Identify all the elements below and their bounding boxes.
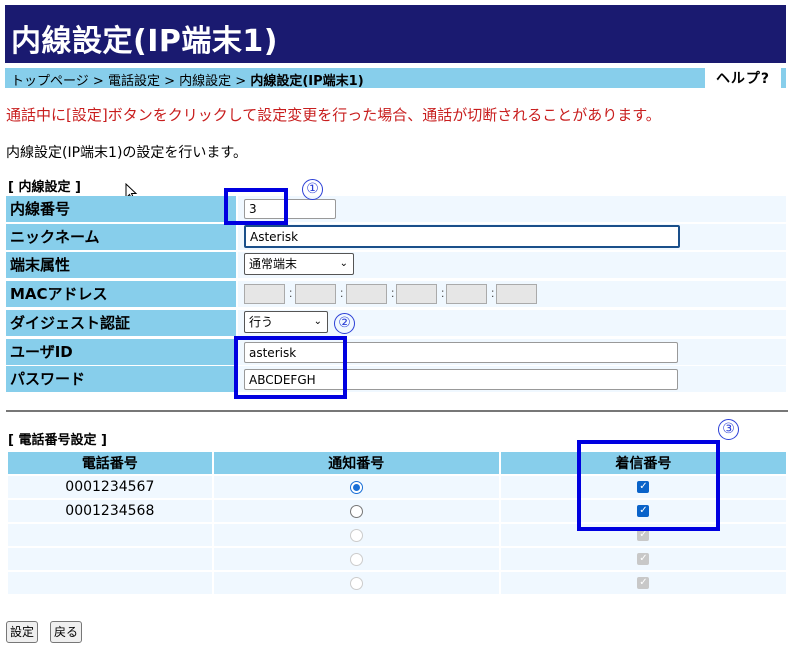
breadcrumb: トップページ > 電話設定 > 内線設定 > 内線設定(IP端末1) ヘルプ? [5,68,786,89]
breadcrumb-top[interactable]: トップページ [11,74,89,89]
annotation-number-2: ② [334,313,355,334]
digest-auth-select[interactable]: 行う ⌄ [244,311,328,333]
terminal-type-label: 端末属性 [6,252,236,278]
mac-separator: : [340,286,344,300]
notify-number-radio-disabled [349,552,363,566]
mac-field-3[interactable] [346,284,387,304]
mac-field-2[interactable] [295,284,336,304]
breadcrumb-extension-settings[interactable]: 内線設定 [179,74,231,89]
incoming-number-checkbox-disabled: ✓ [637,577,650,589]
phone-number-cell [8,572,212,594]
submit-button[interactable]: 設定 [6,621,39,643]
annotation-box-1 [224,188,288,225]
breadcrumb-phone-settings[interactable]: 電話設定 [108,74,160,89]
page-description: 内線設定(IP端末1)の設定を行います。 [6,145,248,161]
user-id-label: ユーザID [6,339,236,365]
phone-number-cell: 0001234567 [8,476,212,498]
page-title-bar: 内線設定(IP端末1) [5,5,786,63]
phone-number-cell: 0001234568 [8,500,212,522]
mac-field-4[interactable] [396,284,437,304]
extension-number-label: 内線番号 [6,196,236,222]
notify-number-radio-disabled [349,576,363,590]
back-button[interactable]: 戻る [50,621,83,643]
terminal-type-selected: 通常端末 [249,257,298,271]
table-row: ✓ [8,548,786,570]
incoming-number-checkbox-disabled: ✓ [637,553,650,565]
password-label: パスワード [6,366,236,392]
chevron-down-icon: ⌄ [339,258,348,269]
terminal-type-select[interactable]: 通常端末 ⌄ [244,253,354,275]
mac-separator: : [491,286,495,300]
table-row: ✓ [8,572,786,594]
annotation-box-2 [234,336,347,399]
notify-number-radio-disabled [349,528,363,542]
mac-separator: : [289,286,293,300]
breadcrumb-sep: > [235,74,247,89]
row-nickname: ニックネーム [6,224,786,250]
mac-address-label: MACアドレス [6,281,236,307]
chevron-down-icon: ⌄ [313,316,322,327]
row-password: パスワード [6,366,786,392]
mac-field-5[interactable] [446,284,487,304]
digest-auth-label: ダイジェスト認証 [6,310,236,336]
annotation-number-3: ③ [718,419,739,440]
phone-number-cell [8,548,212,570]
row-digest-auth: ダイジェスト認証 行う ⌄ [6,310,786,336]
help-link[interactable]: ヘルプ? [705,68,781,88]
extension-section-title: [ 内線設定 ] [8,180,81,195]
annotation-number-1: ① [302,179,323,200]
row-user-id: ユーザID [6,339,786,365]
nickname-input[interactable] [244,225,680,248]
notify-number-radio[interactable] [349,480,363,494]
warning-message: 通話中に[設定]ボタンをクリックして設定変更を行った場合、通話が切断されることが… [6,106,661,124]
row-extension-number: 内線番号 [6,196,786,222]
nickname-label: ニックネーム [6,224,236,250]
section-divider [6,410,788,412]
mac-separator: : [441,286,445,300]
column-header-phone-number: 電話番号 [8,452,212,474]
mac-field-6[interactable] [496,284,537,304]
breadcrumb-sep: > [92,74,104,89]
breadcrumb-current: 内線設定(IP端末1) [250,74,364,89]
digest-auth-selected: 行う [249,315,274,329]
annotation-box-3 [577,440,720,531]
breadcrumb-sep: > [164,74,175,89]
page-title: 内線設定(IP端末1) [11,24,278,59]
phone-number-cell [8,524,212,546]
row-terminal-type: 端末属性 通常端末 ⌄ [6,252,786,278]
mac-separator: : [391,286,395,300]
row-mac-address: MACアドレス : : : : : [6,281,786,307]
column-header-notify-number: 通知番号 [213,452,499,474]
mac-field-1[interactable] [244,284,285,304]
notify-number-radio[interactable] [349,504,363,518]
phone-number-section-title: [ 電話番号設定 ] [8,433,107,448]
